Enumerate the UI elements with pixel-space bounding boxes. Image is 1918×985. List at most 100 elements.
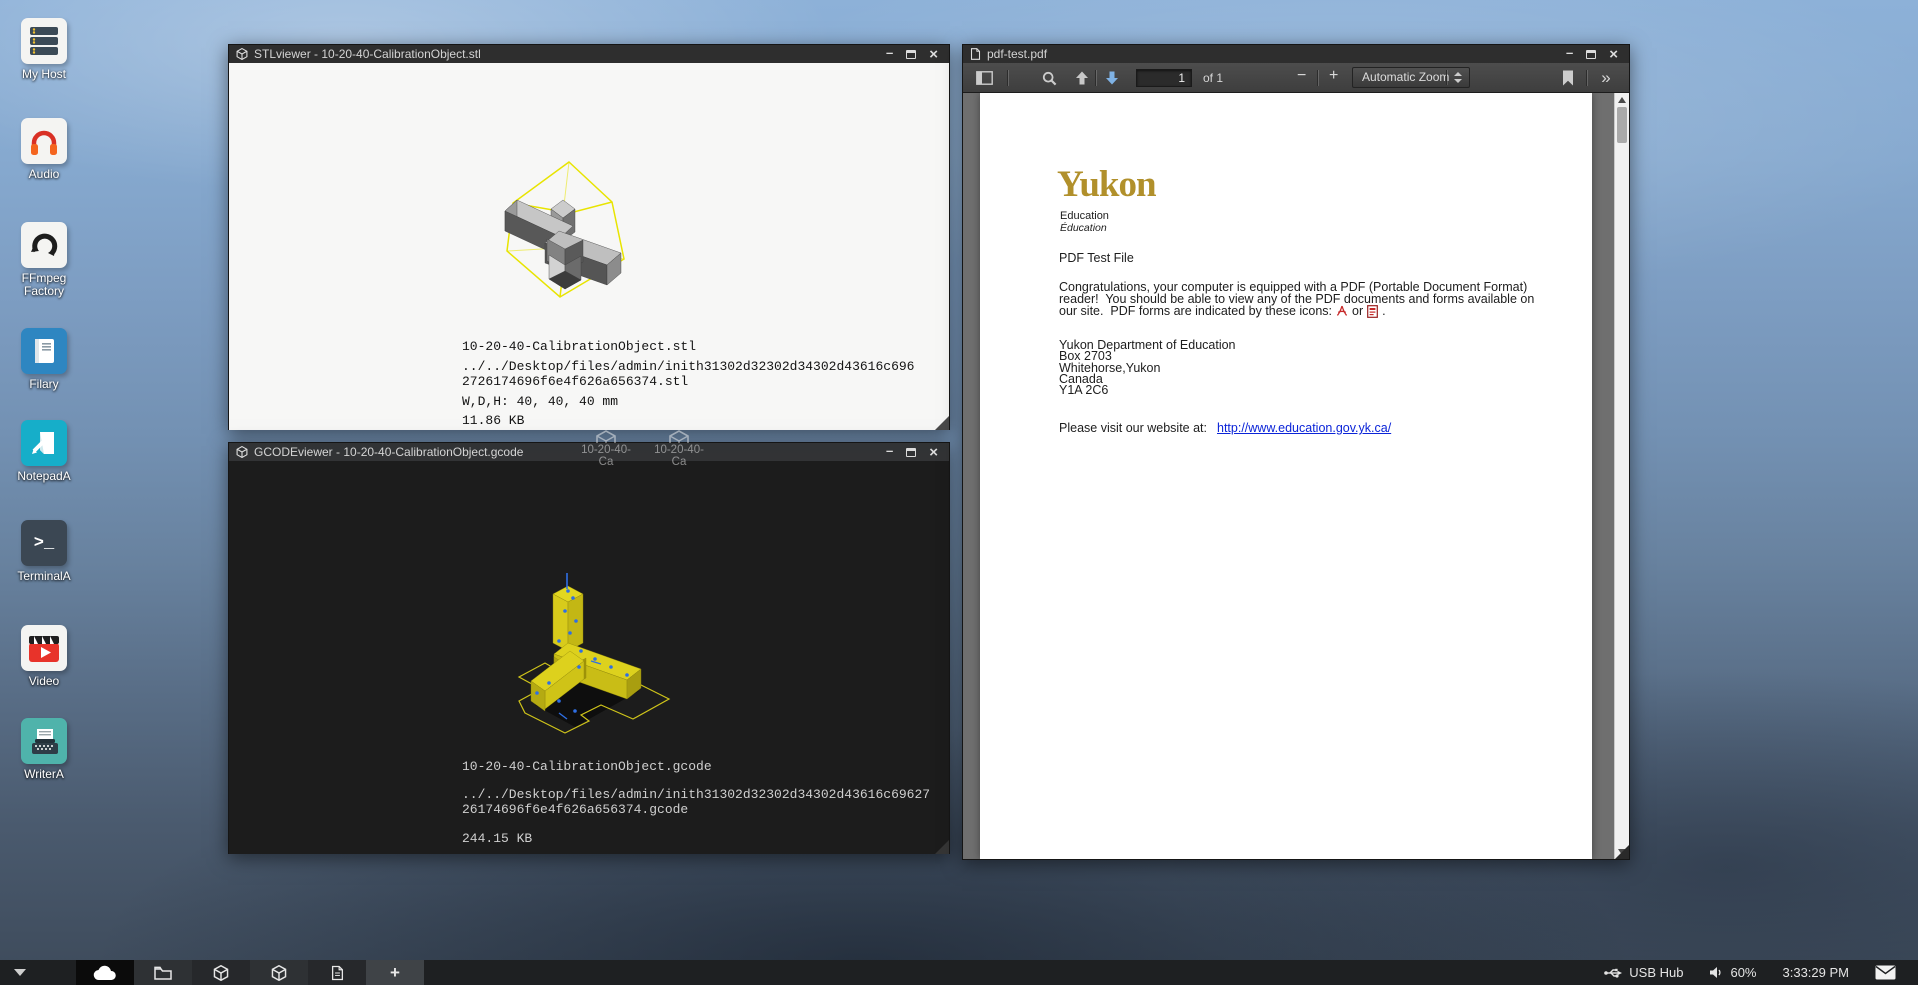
yukon-logo: Yukon bbox=[1057, 163, 1156, 206]
minimize-button[interactable]: – bbox=[1566, 46, 1573, 59]
zoom-out-button[interactable]: − bbox=[1297, 67, 1306, 85]
paragraph-line3-or: or bbox=[1352, 304, 1363, 318]
desktop-icon-label: WriterA bbox=[11, 768, 77, 781]
bookmark-icon bbox=[1562, 70, 1574, 86]
website-label: Please visit our website at: bbox=[1059, 421, 1207, 435]
gcode-filename: 10-20-40-CalibrationObject.gcode bbox=[462, 759, 712, 774]
stl-viewer-window: STLviewer - 10-20-40-CalibrationObject.s… bbox=[228, 44, 950, 430]
bookmark-button[interactable] bbox=[1557, 63, 1579, 93]
recycle-arrows-icon bbox=[21, 222, 67, 268]
pdf-heading: PDF Test File bbox=[1059, 251, 1134, 265]
stl-filename: 10-20-40-CalibrationObject.stl bbox=[462, 339, 696, 354]
next-page-button[interactable] bbox=[1101, 63, 1123, 93]
volume-label: 60% bbox=[1730, 965, 1756, 980]
previous-page-button[interactable] bbox=[1071, 63, 1093, 93]
resize-grip[interactable] bbox=[935, 840, 949, 854]
desktop-icon-filary[interactable]: Filary bbox=[11, 328, 77, 391]
minimize-button[interactable]: – bbox=[886, 444, 893, 457]
stl-path-line1: ../../Desktop/files/admin/inith31302d323… bbox=[462, 359, 914, 374]
toolbar-separator bbox=[1586, 70, 1587, 86]
maximize-button[interactable] bbox=[906, 448, 916, 457]
desktop-icon-writera[interactable]: WriterA bbox=[11, 718, 77, 781]
desktop-icon-notepada[interactable]: NotepadA bbox=[11, 420, 77, 483]
address-block: Yukon Department of Education Box 2703 W… bbox=[1059, 340, 1236, 396]
page-number-input[interactable] bbox=[1136, 69, 1192, 87]
taskbar: + USB Hub 60% 3:33:29 PM bbox=[0, 960, 1918, 985]
website-link[interactable]: http://www.education.gov.yk.ca/ bbox=[1217, 421, 1391, 435]
volume-status[interactable]: 60% bbox=[1709, 965, 1756, 980]
scrollbar-thumb[interactable] bbox=[1617, 107, 1627, 143]
minimize-button[interactable]: – bbox=[886, 46, 893, 59]
desktop-icon-ffmpeg-factory[interactable]: FFmpeg Factory bbox=[11, 222, 77, 298]
cloud-icon bbox=[93, 965, 117, 981]
search-button[interactable] bbox=[1037, 63, 1061, 93]
close-button[interactable]: × bbox=[929, 48, 938, 61]
speaker-icon bbox=[1709, 966, 1723, 979]
pdf-file-icon bbox=[331, 965, 344, 981]
desktop-icon-audio[interactable]: Audio bbox=[11, 118, 77, 181]
website-line: Please visit our website at: http://www.… bbox=[1059, 421, 1391, 435]
zoom-select[interactable]: Automatic Zoom bbox=[1352, 67, 1470, 88]
taskbar-cloud-button[interactable] bbox=[76, 960, 134, 985]
zoom-in-button[interactable]: + bbox=[1329, 67, 1338, 85]
arrow-down-icon bbox=[1105, 71, 1119, 85]
pdf-content-area: Yukon Education Éducation PDF Test File … bbox=[963, 93, 1629, 859]
scroll-up-arrow[interactable] bbox=[1618, 97, 1626, 103]
paragraph-line3-text: our site. PDF forms are indicated by the… bbox=[1059, 304, 1332, 318]
paragraph-line3: our site. PDF forms are indicated by the… bbox=[1059, 304, 1386, 318]
gcode-window-titlebar[interactable]: GCODEviewer - 10-20-40-CalibrationObject… bbox=[229, 443, 949, 461]
logo-subtitle-en: Education bbox=[1060, 210, 1109, 222]
usb-status[interactable]: USB Hub bbox=[1604, 965, 1683, 980]
resize-grip[interactable] bbox=[935, 416, 949, 430]
desktop-icon-label: FFmpeg Factory bbox=[11, 272, 77, 298]
maximize-button[interactable] bbox=[1586, 50, 1596, 59]
stl-window-titlebar[interactable]: STLviewer - 10-20-40-CalibrationObject.s… bbox=[229, 45, 949, 63]
gcode-path-line2: 26174696f6e4f626a656374.gcode bbox=[462, 802, 688, 817]
headphones-icon bbox=[21, 118, 67, 164]
taskbar-stl-viewer-button[interactable] bbox=[192, 960, 250, 985]
taskbar-gcode-viewer-button[interactable] bbox=[250, 960, 308, 985]
terminal-prompt-glyph: >_ bbox=[34, 534, 54, 553]
desktop-icon-label: My Host bbox=[11, 68, 77, 81]
desktop-icon-video[interactable]: Video bbox=[11, 625, 77, 688]
taskbar-pdf-viewer-button[interactable] bbox=[308, 960, 366, 985]
maximize-button[interactable] bbox=[906, 50, 916, 59]
taskbar-new-window-button[interactable]: + bbox=[366, 960, 424, 985]
stl-path-line2: 2726174696f6e4f626a656374.stl bbox=[462, 374, 688, 389]
server-icon bbox=[21, 18, 67, 64]
desktop-icon-my-host[interactable]: My Host bbox=[11, 18, 77, 81]
page-count-label: of 1 bbox=[1203, 71, 1223, 85]
pdf-form-icon bbox=[1367, 305, 1378, 318]
vertical-scrollbar[interactable] bbox=[1614, 93, 1629, 859]
desktop-icon-label: Video bbox=[11, 675, 77, 688]
close-button[interactable]: × bbox=[929, 446, 938, 459]
resize-grip[interactable] bbox=[1615, 845, 1629, 859]
pdf-viewer-window: pdf-test.pdf – × bbox=[962, 44, 1630, 860]
book-icon bbox=[21, 328, 67, 374]
folder-icon bbox=[154, 966, 172, 980]
desktop-icon-terminala[interactable]: >_ TerminalA bbox=[11, 520, 77, 583]
toolbar-separator bbox=[1095, 70, 1096, 86]
cube-icon bbox=[236, 446, 248, 458]
toolbar-more-button[interactable]: » bbox=[1595, 63, 1617, 93]
taskbar-menu-button[interactable] bbox=[0, 969, 40, 976]
stl-3d-viewport[interactable]: 10-20-40-CalibrationObject.stl ../../Des… bbox=[229, 63, 949, 430]
stl-dimensions: W,D,H: 40, 40, 40 mm bbox=[462, 394, 618, 409]
window-title: STLviewer - 10-20-40-CalibrationObject.s… bbox=[254, 47, 481, 61]
taskbar-file-manager-button[interactable] bbox=[134, 960, 192, 985]
notepad-pencil-icon bbox=[21, 420, 67, 466]
arrow-up-icon bbox=[1075, 71, 1089, 85]
window-title: GCODEviewer - 10-20-40-CalibrationObject… bbox=[254, 445, 523, 459]
sidebar-toggle-button[interactable] bbox=[971, 63, 997, 93]
gcode-3d-viewport[interactable]: 10-20-40-CalibrationObject.gcode ../../D… bbox=[229, 461, 949, 854]
close-button[interactable]: × bbox=[1609, 48, 1618, 61]
desktop-icon-label: Audio bbox=[11, 168, 77, 181]
desktop-icon-label: NotepadA bbox=[11, 470, 77, 483]
gcode-filesize: 244.15 KB bbox=[462, 831, 532, 846]
stl-filesize: 11.86 KB bbox=[462, 413, 524, 428]
desktop-icon-label: TerminalA bbox=[11, 570, 77, 583]
pdf-window-titlebar[interactable]: pdf-test.pdf – × bbox=[963, 45, 1629, 63]
sidebar-toggle-icon bbox=[976, 71, 993, 85]
mail-icon[interactable] bbox=[1875, 965, 1896, 980]
pdf-file-icon bbox=[970, 48, 981, 60]
